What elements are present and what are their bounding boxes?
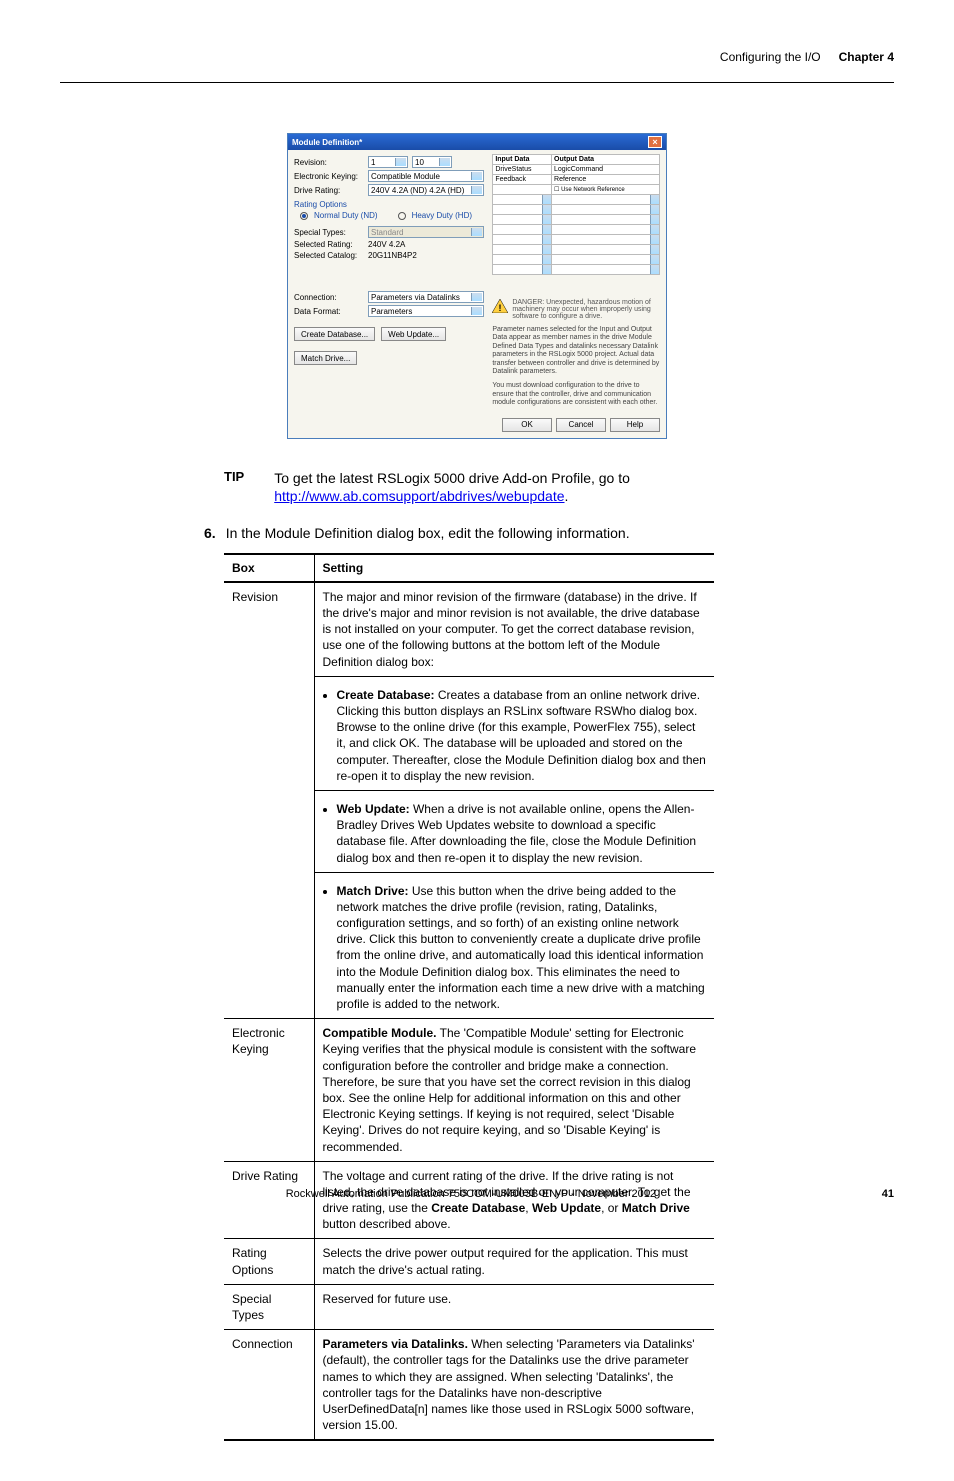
special-types-select: Standard (368, 226, 484, 238)
data-format-select[interactable]: Parameters (368, 305, 484, 317)
table-row-box: Electronic Keying (224, 1019, 314, 1162)
footer-publication: Rockwell Automation Publication 750COM-U… (286, 1188, 656, 1200)
th-setting: Setting (314, 554, 714, 582)
footer-page-number: 41 (882, 1188, 894, 1200)
settings-table: Box Setting RevisionThe major and minor … (224, 553, 714, 1441)
special-types-label: Special Types: (294, 228, 364, 237)
dialog-info-2: You must download configuration to the d… (492, 382, 660, 407)
close-icon[interactable]: × (648, 136, 662, 148)
revision-minor-select[interactable]: 10 (412, 156, 452, 168)
table-row-box: Rating Options (224, 1239, 314, 1284)
table-row-box: Connection (224, 1330, 314, 1441)
danger-text: DANGER: Unexpected, hazardous motion of … (512, 299, 660, 320)
rating-options-group: Rating Options Normal Duty (ND) Heavy Du… (294, 200, 484, 220)
tip-link[interactable]: http://www.ab.comsupport/abdrives/webupd… (274, 488, 564, 504)
electronic-keying-select[interactable]: Compatible Module (368, 170, 484, 182)
ek-label: Electronic Keying: (294, 172, 364, 181)
data-format-label: Data Format: (294, 307, 364, 316)
table-row-box: Drive Rating (224, 1161, 314, 1239)
revision-label: Revision: (294, 158, 364, 167)
selected-rating-value: 240V 4.2A (368, 240, 405, 249)
connection-select[interactable]: Parameters via Datalinks (368, 291, 484, 303)
header-rule (60, 82, 894, 83)
connection-label: Connection: (294, 293, 364, 302)
io-data-table: Input DataOutput Data DriveStatusLogicCo… (492, 154, 660, 275)
create-database-button[interactable]: Create Database... (294, 327, 375, 341)
normal-duty-radio[interactable] (300, 212, 308, 220)
header-chapter: Chapter 4 (839, 50, 894, 64)
heavy-duty-label: Heavy Duty (HD) (412, 211, 472, 220)
ok-button[interactable]: OK (502, 418, 552, 432)
cancel-button[interactable]: Cancel (556, 418, 606, 432)
tip-label: TIP (224, 469, 244, 505)
revision-major-select[interactable]: 1 (368, 156, 408, 168)
match-drive-button[interactable]: Match Drive... (294, 351, 357, 365)
table-row-setting: Create Database: Creates a database from… (314, 676, 714, 790)
th-box: Box (224, 554, 314, 582)
web-update-button[interactable]: Web Update... (381, 327, 446, 341)
selected-rating-label: Selected Rating: (294, 240, 364, 249)
step-text: In the Module Definition dialog box, edi… (226, 525, 630, 541)
dialog-title: Module Definition* (292, 138, 362, 147)
dialog-info-1: Parameter names selected for the Input a… (492, 326, 660, 376)
table-row-setting: The major and minor revision of the firm… (314, 582, 714, 676)
step-number: 6. (204, 525, 216, 541)
table-row-setting: Selects the drive power output required … (314, 1239, 714, 1284)
normal-duty-label: Normal Duty (ND) (314, 211, 378, 220)
warning-icon: ! (492, 299, 508, 313)
table-row-box: Revision (224, 582, 314, 1019)
table-row-setting: Parameters via Datalinks. When selecting… (314, 1330, 714, 1441)
selected-catalog-label: Selected Catalog: (294, 251, 364, 260)
table-row-setting: The voltage and current rating of the dr… (314, 1161, 714, 1239)
header-section: Configuring the I/O (720, 50, 821, 64)
heavy-duty-radio[interactable] (398, 212, 406, 220)
dr-label: Drive Rating: (294, 186, 364, 195)
module-definition-dialog: Module Definition* × Revision: 1 10 Elec… (287, 133, 667, 439)
tip-text: To get the latest RSLogix 5000 drive Add… (274, 469, 894, 505)
table-row-setting: Reserved for future use. (314, 1284, 714, 1329)
drive-rating-select[interactable]: 240V 4.2A (ND) 4.2A (HD) (368, 184, 484, 196)
table-row-setting: Web Update: When a drive is not availabl… (314, 790, 714, 872)
table-row-setting: Compatible Module. The 'Compatible Modul… (314, 1019, 714, 1162)
help-button[interactable]: Help (610, 418, 660, 432)
svg-text:!: ! (499, 303, 502, 313)
table-row-setting: Match Drive: Use this button when the dr… (314, 872, 714, 1019)
table-row-box: Special Types (224, 1284, 314, 1329)
selected-catalog-value: 20G11NB4P2 (368, 251, 417, 260)
